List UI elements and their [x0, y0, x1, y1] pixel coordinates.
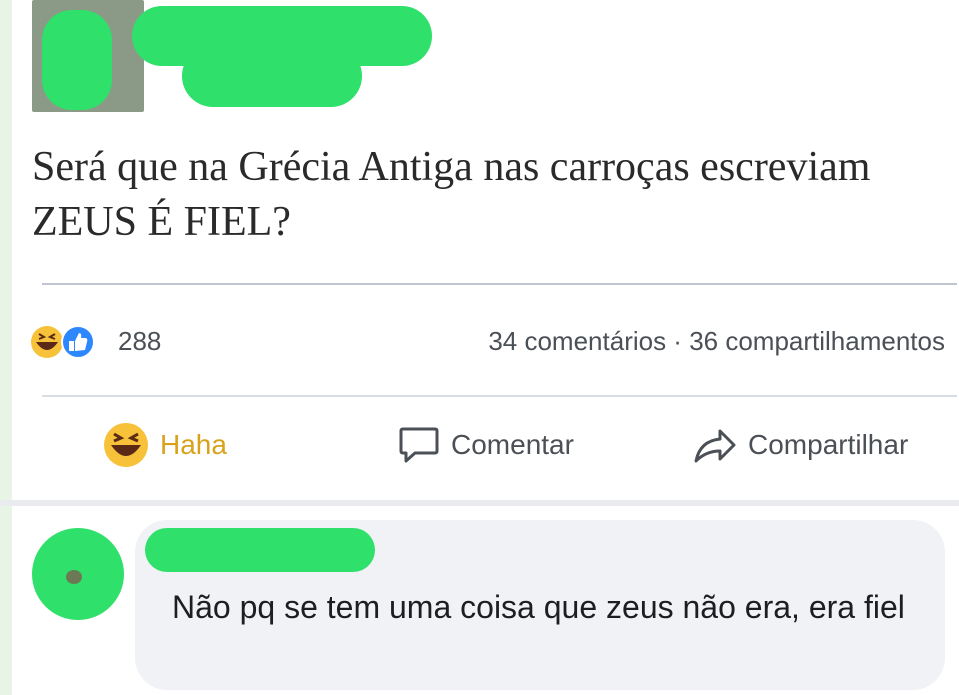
- avatar-detail: [66, 570, 82, 584]
- haha-reaction-icon: [31, 326, 63, 358]
- link-preview-border: [42, 283, 957, 285]
- comments-shares-count[interactable]: 34 comentários · 36 compartilhamentos: [488, 326, 945, 357]
- comment-bubble-icon: [399, 427, 439, 463]
- post-text: Será que na Grécia Antiga nas carroças e…: [32, 144, 871, 245]
- share-button[interactable]: Compartilhar: [692, 415, 908, 475]
- post-actions: Haha Comentar Compartilhar: [42, 415, 957, 475]
- comment-text: Não pq se tem uma coisa que zeus não era…: [172, 589, 905, 625]
- haha-icon: [104, 423, 148, 467]
- share-label: Compartilhar: [748, 429, 909, 460]
- reaction-icons[interactable]: [30, 324, 110, 360]
- reactions-count[interactable]: 288: [118, 326, 161, 357]
- comment-label: Comentar: [451, 429, 574, 460]
- post-meta-censor: [182, 45, 362, 107]
- actions-divider: [42, 395, 957, 397]
- facebook-post: Será que na Grécia Antiga nas carroças e…: [12, 0, 959, 500]
- left-border: [0, 0, 12, 695]
- comment-button[interactable]: Comentar: [397, 415, 574, 475]
- commenter-name-censor: [145, 528, 375, 572]
- avatar-censor-mark: [42, 10, 112, 110]
- post-author-avatar[interactable]: [32, 0, 144, 112]
- post-stats: 288 34 comentários · 36 compartilhamento…: [30, 322, 945, 362]
- share-arrow-icon: [694, 429, 736, 463]
- commenter-avatar[interactable]: [32, 528, 124, 620]
- like-reaction-icon: [61, 325, 95, 359]
- haha-label: Haha: [160, 429, 227, 460]
- haha-button[interactable]: Haha: [102, 415, 227, 475]
